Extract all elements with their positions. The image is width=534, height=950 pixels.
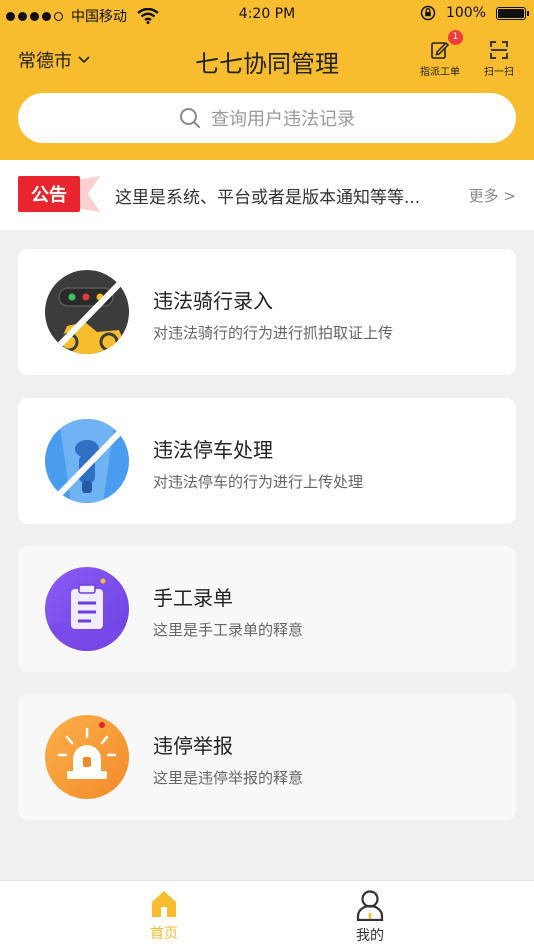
city-selector[interactable]: 常德市: [18, 47, 90, 73]
card-subtitle: 对违法停车的行为进行上传处理: [153, 473, 364, 491]
illegal-parking-icon: [45, 419, 129, 503]
card-subtitle: 这里是手工录单的释意: [153, 621, 304, 639]
card-title: 手工录单: [153, 586, 233, 610]
battery-percent: 100%: [445, 5, 486, 21]
card-manual-entry[interactable]: 手工录单 这里是手工录单的释意: [18, 546, 516, 672]
tab-home[interactable]: 首页: [124, 889, 204, 943]
city-label: 常德市: [18, 51, 72, 72]
card-illegal-riding[interactable]: 违法骑行录入 对违法骑行的行为进行抓拍取证上传: [18, 249, 516, 375]
announcement-tag: 公告: [18, 176, 100, 212]
edit-document-icon: [431, 41, 450, 59]
announcement-tag-label: 公告: [31, 184, 67, 206]
tab-bar: 首页 我的: [0, 880, 534, 950]
scan-button[interactable]: 扫一扫: [474, 40, 524, 78]
rotation-lock-icon: [420, 5, 436, 21]
card-parking-report[interactable]: 违停举报 这里是违停举报的释意: [18, 694, 516, 820]
home-icon: [152, 891, 176, 917]
notice-text: 这里是系统、平台或者是版本通知等等...: [115, 188, 421, 208]
more-link[interactable]: 更多 >: [469, 185, 516, 206]
illegal-riding-icon: [45, 270, 129, 354]
card-subtitle: 对违法骑行的行为进行抓拍取证上传: [153, 324, 394, 342]
clipboard-icon: [45, 567, 129, 651]
search-icon: [180, 108, 200, 128]
dispatch-order-label: 指派工单: [420, 67, 460, 78]
alarm-light-icon: [45, 715, 129, 799]
card-illegal-parking[interactable]: 违法停车处理 对违法停车的行为进行上传处理: [18, 398, 516, 524]
notice-bar[interactable]: 公告 这里是系统、平台或者是版本通知等等... 更多 >: [0, 160, 534, 230]
status-bar: 中国移动 4:20 PM 100%: [0, 0, 534, 30]
card-title: 违停举报: [153, 734, 233, 758]
notification-badge: 1: [448, 30, 463, 45]
scan-label: 扫一扫: [484, 67, 514, 78]
battery-icon: [496, 6, 529, 20]
tab-mine-label: 我的: [356, 928, 384, 944]
card-subtitle: 这里是违停举报的释意: [153, 769, 304, 787]
header: 中国移动 4:20 PM 100% 常德市 七七协同管理 指派工单 1 扫一扫 …: [0, 0, 534, 160]
card-title: 违法骑行录入: [153, 289, 273, 313]
user-icon: [356, 890, 384, 921]
search-placeholder: 查询用户违法记录: [211, 109, 355, 130]
search-bar[interactable]: 查询用户违法记录: [18, 93, 516, 143]
card-title: 违法停车处理: [153, 438, 273, 462]
chevron-down-icon: [78, 56, 90, 64]
tab-home-label: 首页: [150, 926, 178, 942]
dispatch-order-button[interactable]: 指派工单 1: [415, 30, 465, 78]
scan-icon: [490, 41, 508, 59]
tab-mine[interactable]: 我的: [330, 889, 410, 945]
